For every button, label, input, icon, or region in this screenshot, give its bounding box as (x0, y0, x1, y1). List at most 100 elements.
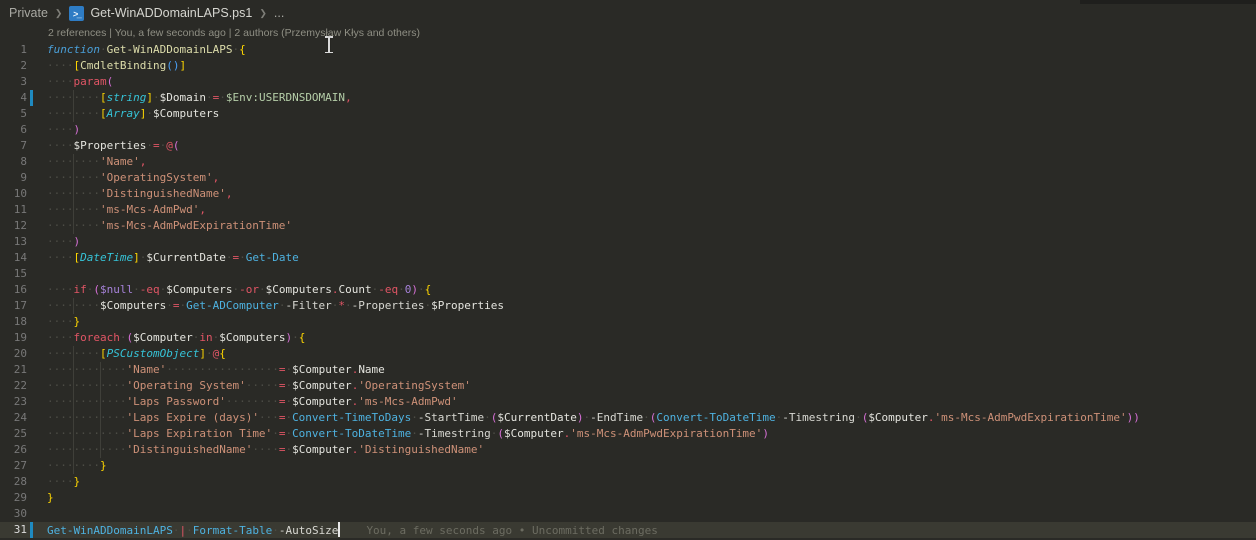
code-line[interactable]: 31 Get-WinADDomainLAPS·|·Format-Table·-Au… (0, 522, 1256, 538)
code-text[interactable]: function·Get-WinADDomainLAPS·{ (33, 42, 1256, 58)
code-text[interactable]: ········[string]·$Domain·=·$Env:USERDNSD… (33, 90, 1256, 106)
code-line[interactable]: 9 ········'OperatingSystem', (0, 170, 1256, 186)
code-line[interactable]: 20 ········[PSCustomObject]·@{ (0, 346, 1256, 362)
code-text[interactable]: ····$Properties·=·@( (33, 138, 1256, 154)
code-text[interactable]: ············'DistinguishedName'····=·$Co… (33, 442, 1256, 458)
code-line[interactable]: 21 ············'Name'·················=·$… (0, 362, 1256, 378)
code-text[interactable]: ········'Name', (33, 154, 1256, 170)
code-line[interactable]: 3 ····param( (0, 74, 1256, 90)
line-number[interactable]: 27 (0, 458, 27, 474)
code-text[interactable]: ····) (33, 234, 1256, 250)
code-text[interactable]: ············'Laps Password'········=·$Co… (33, 394, 1256, 410)
line-number[interactable]: 4 (0, 90, 27, 106)
indent-guide (100, 410, 101, 426)
code-line[interactable]: 8 ········'Name', (0, 154, 1256, 170)
code-line[interactable]: 14 ····[DateTime]·$CurrentDate·=·Get-Date (0, 250, 1256, 266)
code-text[interactable]: ········'OperatingSystem', (33, 170, 1256, 186)
code-line[interactable]: 10 ········'DistinguishedName', (0, 186, 1256, 202)
code-text[interactable]: ········'ms-Mcs-AdmPwd', (33, 202, 1256, 218)
line-number[interactable]: 2 (0, 58, 27, 74)
line-number[interactable]: 20 (0, 346, 27, 362)
code-text[interactable]: ············'Operating System'·····=·$Co… (33, 378, 1256, 394)
code-text[interactable]: ····) (33, 122, 1256, 138)
code-text[interactable]: ····[DateTime]·$CurrentDate·=·Get-Date (33, 250, 1256, 266)
line-number[interactable]: 19 (0, 330, 27, 346)
code-line[interactable]: 22 ············'Operating System'·····=·$… (0, 378, 1256, 394)
line-number[interactable]: 23 (0, 394, 27, 410)
code-line[interactable]: 24 ············'Laps Expire (days)'···=·C… (0, 410, 1256, 426)
code-text[interactable]: Get-WinADDomainLAPS·|·Format-Table·-Auto… (33, 522, 1256, 538)
code-text[interactable]: ············'Laps Expiration Time'·=·Con… (33, 426, 1256, 442)
code-line[interactable]: 18 ····} (0, 314, 1256, 330)
line-number[interactable]: 14 (0, 250, 27, 266)
code-line[interactable]: 7 ····$Properties·=·@( (0, 138, 1256, 154)
code-text[interactable]: ············'Laps Expire (days)'···=·Con… (33, 410, 1256, 426)
code-text[interactable]: ········[PSCustomObject]·@{ (33, 346, 1256, 362)
code-line[interactable]: 25 ············'Laps Expiration Time'·=·C… (0, 426, 1256, 442)
code-line[interactable]: 28 ····} (0, 474, 1256, 490)
code-line[interactable]: 19 ····foreach·($Computer·in·$Computers)·… (0, 330, 1256, 346)
line-number[interactable]: 30 (0, 506, 27, 522)
code-text[interactable] (33, 266, 1256, 282)
line-number[interactable]: 29 (0, 490, 27, 506)
line-number[interactable]: 8 (0, 154, 27, 170)
line-number[interactable]: 10 (0, 186, 27, 202)
breadcrumb-folder[interactable]: Private (9, 6, 48, 20)
code-text[interactable]: ····[CmdletBinding()] (33, 58, 1256, 74)
line-number[interactable]: 3 (0, 74, 27, 90)
line-number[interactable]: 6 (0, 122, 27, 138)
code-line[interactable]: 11 ········'ms-Mcs-AdmPwd', (0, 202, 1256, 218)
breadcrumb[interactable]: Private ❯ >_ Get-WinADDomainLAPS.ps1 ❯ .… (0, 0, 1256, 26)
line-number[interactable]: 7 (0, 138, 27, 154)
code-text[interactable]: ····} (33, 314, 1256, 330)
line-number[interactable]: 9 (0, 170, 27, 186)
line-number[interactable]: 1 (0, 42, 27, 58)
line-number[interactable]: 21 (0, 362, 27, 378)
code-line[interactable]: 17 ········$Computers·=·Get-ADComputer·-F… (0, 298, 1256, 314)
code-text[interactable]: ········$Computers·=·Get-ADComputer·-Fil… (33, 298, 1256, 314)
line-number[interactable]: 13 (0, 234, 27, 250)
breadcrumb-file[interactable]: Get-WinADDomainLAPS.ps1 (90, 6, 252, 20)
code-text[interactable]: ····} (33, 474, 1256, 490)
code-text[interactable]: } (33, 490, 1256, 506)
code-line[interactable]: 27 ········} (0, 458, 1256, 474)
code-line[interactable]: 23 ············'Laps Password'········=·$… (0, 394, 1256, 410)
code-text[interactable] (33, 506, 1256, 522)
code-line[interactable]: 1 function·Get-WinADDomainLAPS·{ (0, 42, 1256, 58)
code-text[interactable]: ········'DistinguishedName', (33, 186, 1256, 202)
code-line[interactable]: 15 (0, 266, 1256, 282)
code-line[interactable]: 13 ····) (0, 234, 1256, 250)
code-line[interactable]: 29} (0, 490, 1256, 506)
breadcrumb-symbol[interactable]: ... (274, 6, 284, 20)
code-line[interactable]: 16 ····if·($null·-eq·$Computers·-or·$Comp… (0, 282, 1256, 298)
code-line[interactable]: 2 ····[CmdletBinding()] (0, 58, 1256, 74)
line-number[interactable]: 24 (0, 410, 27, 426)
line-number[interactable]: 28 (0, 474, 27, 490)
codelens[interactable]: 2 references | You, a few seconds ago | … (0, 26, 1256, 42)
line-number[interactable]: 16 (0, 282, 27, 298)
code-text[interactable]: ········'ms-Mcs-AdmPwdExpirationTime' (33, 218, 1256, 234)
code-line[interactable]: 5 ········[Array]·$Computers (0, 106, 1256, 122)
line-number[interactable]: 17 (0, 298, 27, 314)
code-line[interactable]: 4 ········[string]·$Domain·=·$Env:USERDNS… (0, 90, 1256, 106)
code-text[interactable]: ····foreach·($Computer·in·$Computers)·{ (33, 330, 1256, 346)
code-text[interactable]: ········} (33, 458, 1256, 474)
code-text[interactable]: ····if·($null·-eq·$Computers·-or·$Comput… (33, 282, 1256, 298)
line-number[interactable]: 15 (0, 266, 27, 282)
line-number[interactable]: 22 (0, 378, 27, 394)
line-number[interactable]: 31 (0, 522, 27, 538)
code-text[interactable]: ········[Array]·$Computers (33, 106, 1256, 122)
code-line[interactable]: 30 (0, 506, 1256, 522)
code-line[interactable]: 26 ············'DistinguishedName'····=·$… (0, 442, 1256, 458)
line-number[interactable]: 5 (0, 106, 27, 122)
line-number[interactable]: 26 (0, 442, 27, 458)
line-number[interactable]: 25 (0, 426, 27, 442)
code-text[interactable]: ····param( (33, 74, 1256, 90)
line-number[interactable]: 18 (0, 314, 27, 330)
code-line[interactable]: 12 ········'ms-Mcs-AdmPwdExpirationTime' (0, 218, 1256, 234)
inline-blame: You, a few seconds ago • Uncommitted cha… (366, 524, 657, 537)
line-number[interactable]: 12 (0, 218, 27, 234)
code-line[interactable]: 6 ····) (0, 122, 1256, 138)
line-number[interactable]: 11 (0, 202, 27, 218)
code-text[interactable]: ············'Name'·················=·$Co… (33, 362, 1256, 378)
